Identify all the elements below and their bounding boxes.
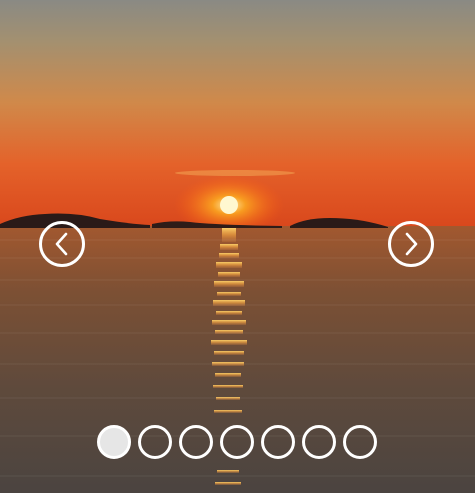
- slide-dot-4[interactable]: [220, 425, 254, 459]
- image-slider: [0, 0, 475, 493]
- chevron-left-icon: [55, 232, 68, 256]
- next-slide-button[interactable]: [388, 221, 434, 267]
- chevron-right-icon: [405, 232, 418, 256]
- slide-dot-6[interactable]: [302, 425, 336, 459]
- slide-dot-1[interactable]: [97, 425, 131, 459]
- previous-slide-button[interactable]: [39, 221, 85, 267]
- slide-dot-2[interactable]: [138, 425, 172, 459]
- slide-dot-3[interactable]: [179, 425, 213, 459]
- slide-dot-7[interactable]: [343, 425, 377, 459]
- slide-pagination: [97, 425, 377, 459]
- slide-dot-5[interactable]: [261, 425, 295, 459]
